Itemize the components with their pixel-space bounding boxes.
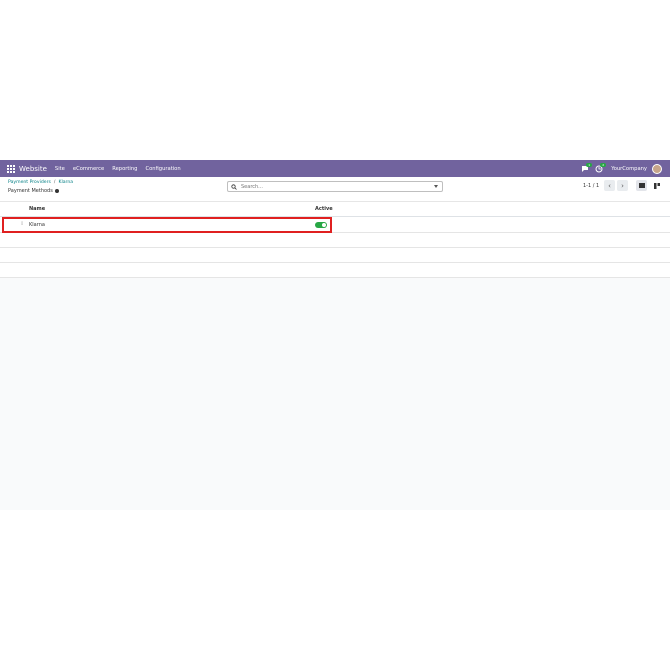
column-header-name[interactable]: Name: [29, 206, 45, 212]
pager-previous-button[interactable]: ‹: [604, 180, 615, 191]
breadcrumb-current[interactable]: Klarna: [58, 180, 73, 185]
activity-badge: 2: [600, 162, 607, 167]
empty-row: [0, 263, 670, 278]
pager-next-button[interactable]: ›: [617, 180, 628, 191]
menu-ecommerce[interactable]: eCommerce: [73, 166, 104, 172]
company-switcher[interactable]: YourCompany: [611, 166, 647, 172]
empty-row: [0, 248, 670, 263]
payment-methods-list: Name Active ⁞⁞ Klarna: [0, 202, 670, 278]
user-avatar[interactable]: [652, 163, 662, 174]
selection-highlight: [2, 217, 332, 233]
activity-clock-icon[interactable]: 2: [595, 162, 607, 173]
search-options-toggle-icon[interactable]: [434, 185, 438, 188]
column-header-active[interactable]: Active: [315, 206, 333, 212]
search-input[interactable]: [237, 182, 421, 191]
breadcrumb-separator: /: [53, 180, 56, 185]
page-title: Payment Methods: [8, 188, 59, 194]
pager-value[interactable]: 1-1 / 1: [583, 183, 599, 189]
list-header: Name Active: [0, 202, 670, 217]
list-view-icon: [638, 183, 645, 188]
breadcrumb-parent[interactable]: Payment Providers: [8, 180, 51, 185]
chevron-left-icon: ‹: [608, 181, 611, 190]
page-title-text: Payment Methods: [8, 188, 53, 194]
control-panel: Payment Providers / Klarna Payment Methods…: [0, 177, 670, 202]
app-window: Website Site eCommerce Reporting Configu…: [0, 160, 670, 510]
menu-site[interactable]: Site: [55, 166, 65, 172]
menu-reporting[interactable]: Reporting: [112, 166, 137, 172]
breadcrumb: Payment Providers / Klarna: [8, 180, 73, 185]
empty-row: [0, 233, 670, 248]
navbar-systray: 1 2 YourCompany: [575, 162, 662, 174]
messages-badge: 1: [586, 162, 593, 167]
apps-menu-icon[interactable]: [7, 164, 15, 173]
kanban-view-button[interactable]: [651, 180, 662, 191]
search-bar: [227, 181, 443, 192]
messages-icon[interactable]: 1: [581, 162, 593, 173]
chevron-right-icon: ›: [621, 181, 624, 190]
list-view-button[interactable]: [636, 180, 647, 191]
gear-icon[interactable]: [54, 189, 59, 193]
kanban-view-icon: [653, 182, 660, 189]
top-navbar: Website Site eCommerce Reporting Configu…: [0, 160, 670, 177]
menu-configuration[interactable]: Configuration: [145, 166, 180, 172]
app-name[interactable]: Website: [19, 165, 47, 173]
